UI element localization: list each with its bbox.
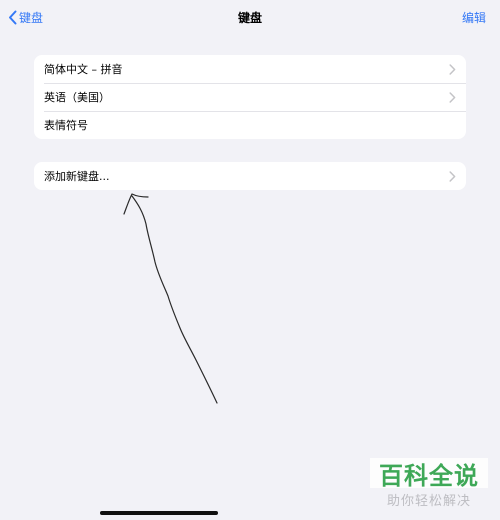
home-indicator[interactable]: [100, 511, 218, 515]
watermark: 百科全说 助你轻松解决: [370, 458, 490, 514]
watermark-brand: 百科全说: [370, 458, 488, 490]
hand-drawn-arrow-annotation: [123, 193, 218, 404]
watermark-tagline: 助你轻松解决: [386, 494, 471, 509]
